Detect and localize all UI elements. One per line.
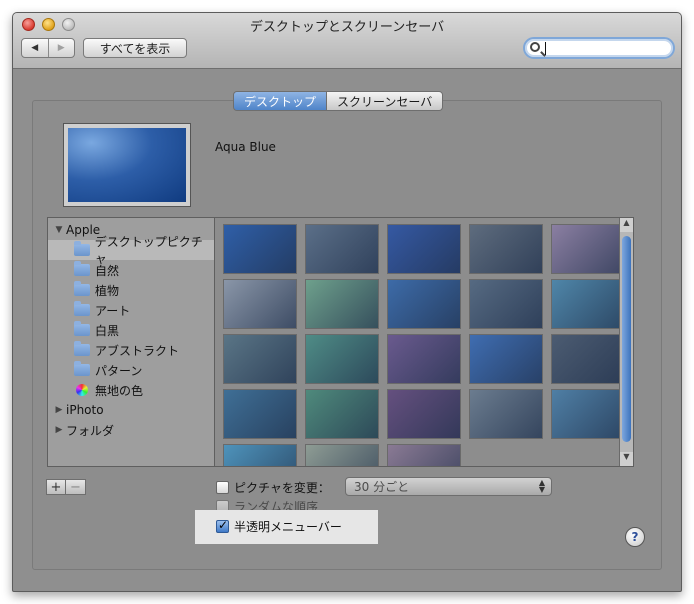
desktop-picture-thumbnail[interactable] bbox=[469, 334, 543, 384]
sidebar-item[interactable]: アブストラクト bbox=[48, 340, 214, 360]
desktop-picture-thumbnail[interactable] bbox=[387, 334, 461, 384]
tab-bar: デスクトップ スクリーンセーバ bbox=[233, 91, 444, 111]
sidebar-item-label: アブストラクト bbox=[95, 343, 180, 358]
back-forward-control: ◀ ▶ bbox=[21, 38, 75, 58]
desktop-picture-thumbnail[interactable] bbox=[305, 224, 379, 274]
sidebar-item-label: 無地の色 bbox=[95, 383, 144, 398]
folder-icon bbox=[73, 241, 90, 256]
remove-folder-button[interactable]: − bbox=[66, 479, 86, 495]
current-picture-name: Aqua Blue bbox=[215, 140, 276, 154]
desktop-picture-thumbnail[interactable] bbox=[305, 444, 379, 466]
sidebar-item-label: フォルダ bbox=[66, 423, 115, 438]
disclosure-triangle-icon[interactable]: ▶ bbox=[54, 405, 64, 415]
tab-screensaver[interactable]: スクリーンセーバ bbox=[326, 92, 443, 110]
picture-grid: ▲ ▼ bbox=[214, 217, 634, 467]
desktop-picture-thumbnail[interactable] bbox=[551, 334, 625, 384]
desktop-picture-thumbnail[interactable] bbox=[223, 389, 297, 439]
interval-popup[interactable]: 30 分ごと ▲ ▼ bbox=[345, 477, 552, 496]
sidebar-item-label: パターン bbox=[95, 363, 143, 378]
scroll-down-arrow-icon[interactable]: ▼ bbox=[620, 452, 633, 466]
current-picture-preview bbox=[63, 123, 191, 207]
folder-icon bbox=[74, 341, 90, 356]
folder-icon bbox=[74, 281, 90, 296]
sidebar-item[interactable]: 植物 bbox=[48, 280, 214, 300]
translucent-menu-label: 半透明メニューバー bbox=[234, 520, 342, 534]
sidebar-item[interactable]: デスクトップピクチャ bbox=[48, 235, 214, 266]
desktop-picture-thumbnail[interactable] bbox=[305, 279, 379, 329]
back-button[interactable]: ◀ bbox=[22, 39, 48, 57]
sidebar-item[interactable]: ▶ フォルダ bbox=[48, 420, 214, 440]
text-cursor bbox=[545, 42, 546, 55]
search-icon bbox=[530, 42, 540, 52]
desktop-picture-thumbnail[interactable] bbox=[469, 224, 543, 274]
desktop-picture-thumbnail[interactable] bbox=[387, 389, 461, 439]
desktop-picture-thumbnail[interactable] bbox=[223, 279, 297, 329]
desktop-picture-thumbnail[interactable] bbox=[387, 444, 461, 466]
sidebar-item-label: 植物 bbox=[95, 283, 120, 298]
sidebar-item-label: 自然 bbox=[95, 263, 120, 278]
disclosure-triangle-icon[interactable]: ▶ bbox=[54, 425, 64, 435]
source-list: ▼ Apple デスクトップピクチャ 自然 植物 アート 白黒 アブストラクト パターン 無地の色… bbox=[47, 217, 214, 467]
help-button[interactable]: ? bbox=[625, 527, 645, 547]
folder-icon bbox=[74, 361, 90, 376]
forward-button[interactable]: ▶ bbox=[47, 39, 75, 57]
vertical-scrollbar[interactable]: ▲ ▼ bbox=[619, 218, 633, 466]
desktop-picture-thumbnail[interactable] bbox=[223, 444, 297, 466]
show-all-button[interactable]: すべてを表示 bbox=[83, 38, 187, 58]
scroll-up-arrow-icon[interactable]: ▲ bbox=[620, 218, 633, 232]
desktop-picture-thumbnail[interactable] bbox=[387, 279, 461, 329]
desktop-picture-thumbnail[interactable] bbox=[223, 334, 297, 384]
add-folder-button[interactable]: + bbox=[46, 479, 66, 495]
folder-icon bbox=[74, 321, 90, 336]
current-picture-image bbox=[68, 128, 186, 202]
desktop-picture-thumbnail[interactable] bbox=[387, 224, 461, 274]
popup-arrows-icon: ▲ ▼ bbox=[538, 478, 545, 494]
window-title: デスクトップとスクリーンセーバ bbox=[249, 20, 445, 35]
desktop-picture-thumbnail[interactable] bbox=[223, 224, 297, 274]
sidebar-item[interactable]: 自然 bbox=[48, 260, 214, 280]
search-input[interactable] bbox=[523, 37, 675, 59]
desktop-picture-thumbnail[interactable] bbox=[305, 389, 379, 439]
tab-desktop[interactable]: デスクトップ bbox=[234, 92, 327, 110]
desktop-picture-thumbnail[interactable] bbox=[305, 334, 379, 384]
sidebar-item-label: 白黒 bbox=[95, 323, 120, 338]
sidebar-item[interactable]: 白黒 bbox=[48, 320, 214, 340]
disclosure-triangle-icon[interactable]: ▼ bbox=[54, 225, 64, 235]
titlebar: デスクトップとスクリーンセーバ ◀ ▶ すべてを表示 bbox=[13, 13, 681, 69]
interval-value: 30 分ごと bbox=[354, 480, 410, 494]
sidebar-item[interactable]: パターン bbox=[48, 360, 214, 380]
sidebar-item[interactable]: 無地の色 bbox=[48, 380, 214, 400]
scroll-thumb[interactable] bbox=[622, 236, 631, 442]
change-picture-label: ピクチャを変更： bbox=[234, 481, 330, 495]
desktop-picture-thumbnail[interactable] bbox=[469, 389, 543, 439]
desktop-picture-thumbnail[interactable] bbox=[469, 279, 543, 329]
sidebar-item[interactable]: ▶ iPhoto bbox=[48, 400, 214, 420]
add-remove-buttons: + − bbox=[46, 479, 86, 495]
desktop-picture-thumbnail[interactable] bbox=[551, 389, 625, 439]
folder-icon bbox=[74, 301, 90, 316]
desktop-picture-thumbnail[interactable] bbox=[551, 224, 625, 274]
sidebar-item-label: アート bbox=[95, 303, 131, 318]
sidebar-item-label: iPhoto bbox=[66, 403, 104, 417]
desktop-picture-thumbnail[interactable] bbox=[551, 279, 625, 329]
color-wheel-icon bbox=[76, 384, 88, 396]
translucent-menu-checkbox[interactable] bbox=[216, 518, 229, 533]
change-picture-checkbox[interactable] bbox=[216, 481, 229, 494]
sidebar-item[interactable]: アート bbox=[48, 300, 214, 320]
folder-icon bbox=[74, 261, 90, 276]
